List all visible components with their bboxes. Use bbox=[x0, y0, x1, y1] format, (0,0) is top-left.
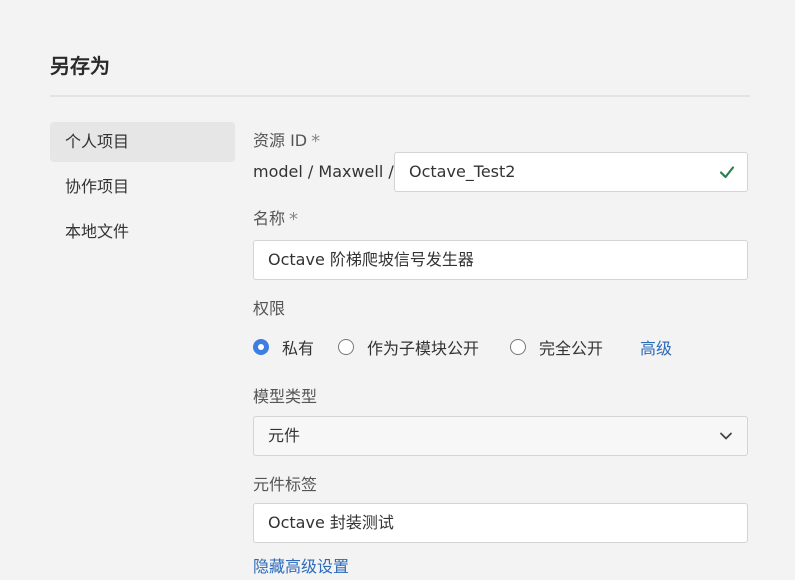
sidebar-item-collaborative-projects[interactable]: 协作项目 bbox=[50, 167, 235, 207]
sidebar-item-local-files[interactable]: 本地文件 bbox=[50, 212, 235, 252]
radio-fully-public[interactable]: 完全公开 bbox=[510, 333, 603, 361]
radio-selected-icon bbox=[253, 339, 269, 355]
model-type-label: 模型类型 bbox=[253, 387, 318, 406]
advanced-link[interactable]: 高级 bbox=[640, 333, 672, 361]
check-icon bbox=[719, 166, 735, 179]
model-type-value: 元件 bbox=[268, 426, 301, 445]
required-mark: * bbox=[311, 131, 321, 152]
component-tags-value: Octave 封装测试 bbox=[268, 513, 394, 532]
required-mark: * bbox=[289, 209, 299, 230]
name-input[interactable]: Octave 阶梯爬坡信号发生器 bbox=[253, 240, 748, 280]
chevron-down-icon bbox=[720, 432, 732, 440]
radio-fully-public-label: 完全公开 bbox=[539, 339, 604, 358]
radio-private[interactable]: 私有 bbox=[253, 333, 314, 361]
dialog-title: 另存为 bbox=[50, 54, 110, 78]
permission-label: 权限 bbox=[253, 299, 286, 318]
radio-unselected-icon bbox=[338, 339, 354, 355]
resource-id-label-text: 资源 ID bbox=[253, 131, 308, 150]
resource-id-prefix: model / Maxwell / bbox=[253, 162, 394, 181]
sidebar: 个人项目 协作项目 本地文件 bbox=[50, 122, 235, 257]
name-value: Octave 阶梯爬坡信号发生器 bbox=[268, 250, 474, 269]
radio-unselected-icon bbox=[510, 339, 526, 355]
hide-advanced-settings-link[interactable]: 隐藏高级设置 bbox=[253, 553, 349, 577]
radio-submodule-public-label: 作为子模块公开 bbox=[367, 339, 480, 358]
component-tags-input[interactable]: Octave 封装测试 bbox=[253, 503, 748, 543]
radio-submodule-public[interactable]: 作为子模块公开 bbox=[338, 333, 479, 361]
title-divider bbox=[50, 95, 750, 97]
save-as-dialog: 另存为 个人项目 协作项目 本地文件 资源 ID * model / Maxwel… bbox=[0, 0, 795, 580]
resource-id-value: Octave_Test2 bbox=[409, 162, 516, 181]
model-type-select[interactable]: 元件 bbox=[253, 416, 748, 456]
name-label: 名称 * bbox=[253, 205, 298, 230]
sidebar-item-personal-projects[interactable]: 个人项目 bbox=[50, 122, 235, 162]
name-label-text: 名称 bbox=[253, 209, 286, 228]
component-tags-label: 元件标签 bbox=[253, 475, 318, 494]
radio-private-label: 私有 bbox=[282, 339, 315, 358]
resource-id-label: 资源 ID * bbox=[253, 127, 320, 152]
permission-radio-group: 私有 作为子模块公开 完全公开 高级 bbox=[253, 333, 748, 361]
resource-id-input[interactable]: Octave_Test2 bbox=[394, 152, 748, 192]
